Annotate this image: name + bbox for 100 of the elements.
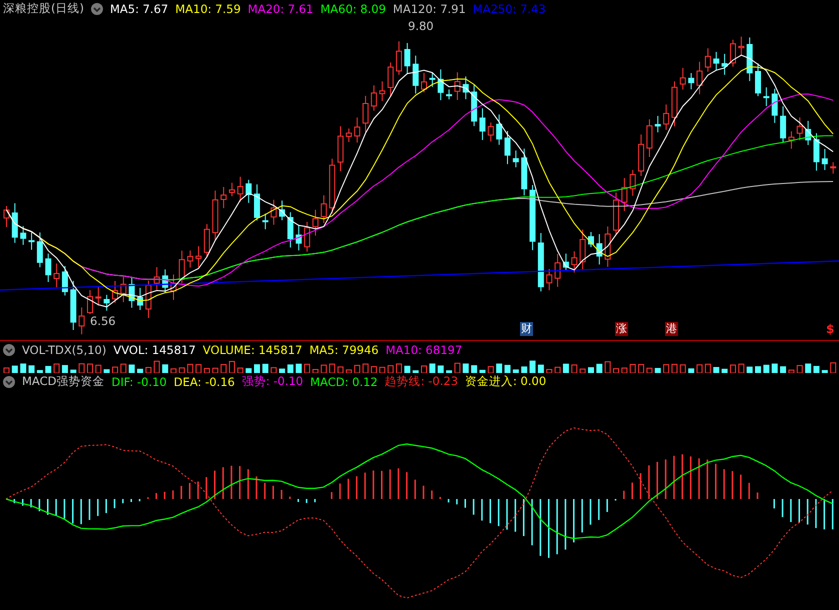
candlestick (730, 39, 736, 68)
candlestick (680, 67, 686, 90)
candlestick (780, 106, 786, 142)
candlestick (772, 88, 778, 124)
candlestick (70, 280, 76, 330)
candlestick (421, 72, 427, 93)
candlestick (104, 294, 110, 312)
candlestick (187, 250, 194, 268)
candlestick (638, 134, 644, 176)
candlestick (704, 48, 711, 72)
candlestick (87, 290, 93, 316)
indicator-value: VOLUME: 145817 (202, 342, 302, 357)
candlestick (554, 253, 561, 288)
candlestick (296, 224, 302, 251)
candlestick (722, 53, 728, 76)
candlestick (28, 232, 35, 250)
indicator-value: DEA: -0.16 (174, 374, 235, 389)
candlestick (396, 40, 402, 76)
candlestick (262, 213, 268, 230)
indicator-value: 资金进入: 0.00 (465, 374, 546, 390)
candlestick (388, 62, 394, 97)
candlestick (630, 169, 636, 196)
indicator-value: MA10: 7.59 (175, 2, 241, 16)
candlestick (805, 120, 812, 146)
candlestick (530, 184, 536, 251)
candlestick (580, 229, 586, 270)
candlestick (370, 84, 377, 112)
candlestick (362, 95, 369, 132)
candlestick (562, 253, 569, 272)
candlestick (204, 224, 210, 258)
candlestick (237, 176, 244, 202)
candlestick (538, 232, 544, 292)
candlestick (696, 61, 703, 95)
candlestick (128, 276, 135, 308)
candlestick (20, 226, 26, 246)
candlestick (170, 274, 176, 300)
candlestick (196, 246, 202, 268)
candlestick (462, 76, 469, 100)
candlestick (796, 116, 803, 141)
candlestick (479, 108, 486, 140)
candlestick (654, 115, 661, 133)
indicator-value: MA250: 7.43 (472, 2, 546, 16)
high-price-label: 9.80 (408, 18, 434, 33)
candlestick (112, 280, 118, 304)
candlestick (379, 80, 386, 102)
candlestick (672, 80, 678, 127)
candlestick (446, 88, 452, 100)
candlestick (738, 36, 744, 56)
candlestick (162, 268, 168, 294)
candlestick (488, 122, 494, 142)
candlestick (412, 55, 419, 94)
indicator-value: MA120: 7.91 (392, 2, 466, 16)
candlestick (346, 128, 352, 142)
candlestick (596, 234, 602, 265)
indicator-title: MACD强势资金 (22, 374, 104, 390)
indicator-value: MA5: 7.67 (110, 2, 168, 16)
candlestick (45, 253, 52, 282)
candlestick (429, 72, 436, 88)
candlestick (613, 192, 620, 235)
event-marker[interactable]: 涨 (615, 322, 628, 336)
candlestick (646, 118, 652, 158)
chart-title: 深粮控股(日线) (3, 1, 84, 16)
candlestick (154, 266, 160, 290)
candlestick (212, 190, 218, 240)
candlestick (504, 130, 510, 165)
event-marker[interactable]: 港 (665, 322, 678, 336)
candlestick (95, 286, 102, 306)
candlestick (354, 116, 360, 144)
candlestick (120, 276, 126, 303)
candlestick (287, 212, 294, 248)
candlestick (54, 262, 60, 288)
dropdown-icon[interactable] (90, 2, 103, 15)
candlestick (521, 148, 528, 196)
candlestick (62, 266, 68, 296)
candlestick (320, 194, 327, 224)
candlestick (304, 221, 310, 252)
dropdown-icon[interactable] (3, 344, 15, 356)
candlestick (137, 287, 144, 310)
candlestick (338, 126, 344, 172)
candlestick (178, 250, 185, 286)
event-marker[interactable]: $ (826, 322, 834, 336)
dropdown-icon[interactable] (3, 376, 15, 388)
candlestick (512, 150, 519, 168)
candlestick (12, 202, 18, 244)
candlestick (755, 62, 761, 97)
candlestick (220, 186, 227, 209)
indicator-value: MA10: 68197 (386, 342, 462, 357)
candlestick (546, 268, 552, 291)
candlestick (688, 72, 694, 90)
indicator-value: 趋势线: -0.23 (384, 374, 458, 390)
candlestick (312, 209, 318, 236)
candlestick (279, 200, 286, 221)
candlestick (438, 68, 444, 101)
candlestick (404, 42, 410, 74)
event-marker[interactable]: 财 (520, 322, 533, 336)
candlestick (621, 177, 628, 212)
indicator-value: MA60: 8.09 (320, 2, 386, 16)
candlestick (270, 199, 277, 226)
candlestick (588, 231, 594, 248)
indicator-value: MA5: 79946 (309, 342, 379, 357)
